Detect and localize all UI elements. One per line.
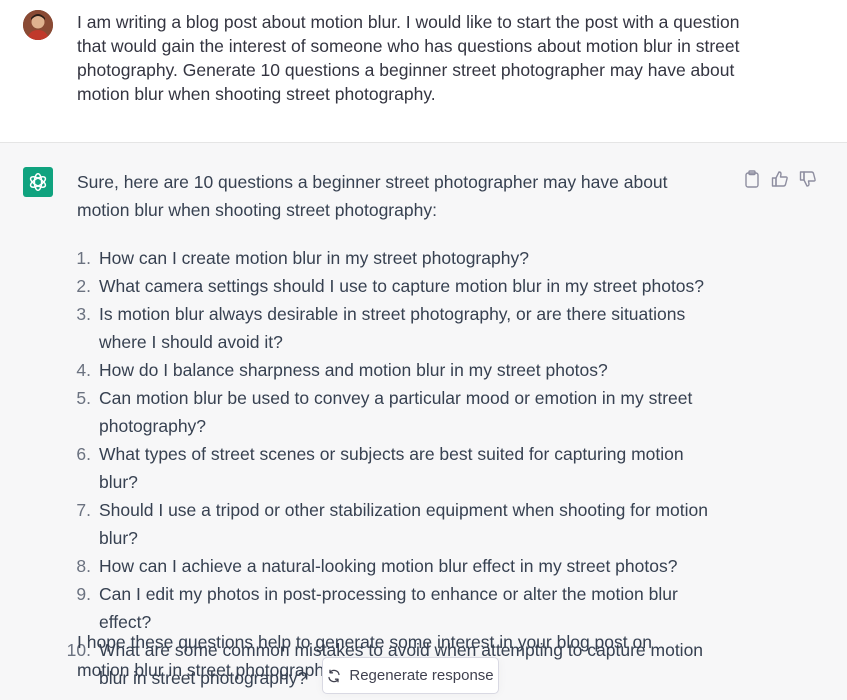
feedback-actions bbox=[743, 170, 817, 188]
question-text: How can I create motion blur in my stree… bbox=[99, 248, 529, 268]
list-number: 2. bbox=[76, 276, 91, 296]
list-number: 7. bbox=[76, 500, 91, 520]
question-list: 1. How can I create motion blur in my str… bbox=[60, 244, 710, 692]
user-avatar bbox=[23, 10, 53, 40]
list-item: 4. How do I balance sharpness and motion … bbox=[60, 356, 710, 384]
list-number: 9. bbox=[76, 584, 91, 604]
thumbs-down-icon[interactable] bbox=[799, 170, 817, 188]
list-number: 6. bbox=[76, 444, 91, 464]
list-item: 6. What types of street scenes or subject… bbox=[60, 440, 710, 496]
list-number: 4. bbox=[76, 360, 91, 380]
list-item: 5. Can motion blur be used to convey a pa… bbox=[60, 384, 710, 440]
question-text: What camera settings should I use to cap… bbox=[99, 276, 705, 296]
list-item: 8. How can I achieve a natural-looking mo… bbox=[60, 552, 710, 580]
list-item: 7. Should I use a tripod or other stabili… bbox=[60, 496, 710, 552]
list-number: 1. bbox=[76, 248, 91, 268]
assistant-intro-text: Sure, here are 10 questions a beginner s… bbox=[77, 172, 668, 220]
thumbs-up-icon[interactable] bbox=[771, 170, 789, 188]
question-text: How can I achieve a natural-looking moti… bbox=[99, 556, 678, 576]
openai-logo-icon bbox=[23, 167, 53, 197]
list-number: 3. bbox=[76, 304, 91, 324]
question-text: Should I use a tripod or other stabiliza… bbox=[99, 500, 708, 548]
assistant-message: Sure, here are 10 questions a beginner s… bbox=[0, 143, 847, 700]
list-item: 2. What camera settings should I use to c… bbox=[60, 272, 710, 300]
list-number: 5. bbox=[76, 388, 91, 408]
list-item: 1. How can I create motion blur in my str… bbox=[60, 244, 710, 272]
list-item: 3. Is motion blur always desirable in str… bbox=[60, 300, 710, 356]
regenerate-response-button[interactable]: Regenerate response bbox=[322, 657, 499, 694]
question-text: Is motion blur always desirable in stree… bbox=[99, 304, 686, 352]
question-text: What types of street scenes or subjects … bbox=[99, 444, 684, 492]
refresh-icon bbox=[328, 669, 341, 682]
regenerate-label: Regenerate response bbox=[349, 667, 494, 684]
user-message: I am writing a blog post about motion bl… bbox=[0, 0, 847, 143]
list-number: 8. bbox=[76, 556, 91, 576]
question-text: How do I balance sharpness and motion bl… bbox=[99, 360, 608, 380]
user-prompt-text: I am writing a blog post about motion bl… bbox=[77, 12, 740, 104]
question-text: Can I edit my photos in post-processing … bbox=[99, 584, 678, 632]
clipboard-icon[interactable] bbox=[743, 170, 761, 188]
question-text: Can motion blur be used to convey a part… bbox=[99, 388, 693, 436]
